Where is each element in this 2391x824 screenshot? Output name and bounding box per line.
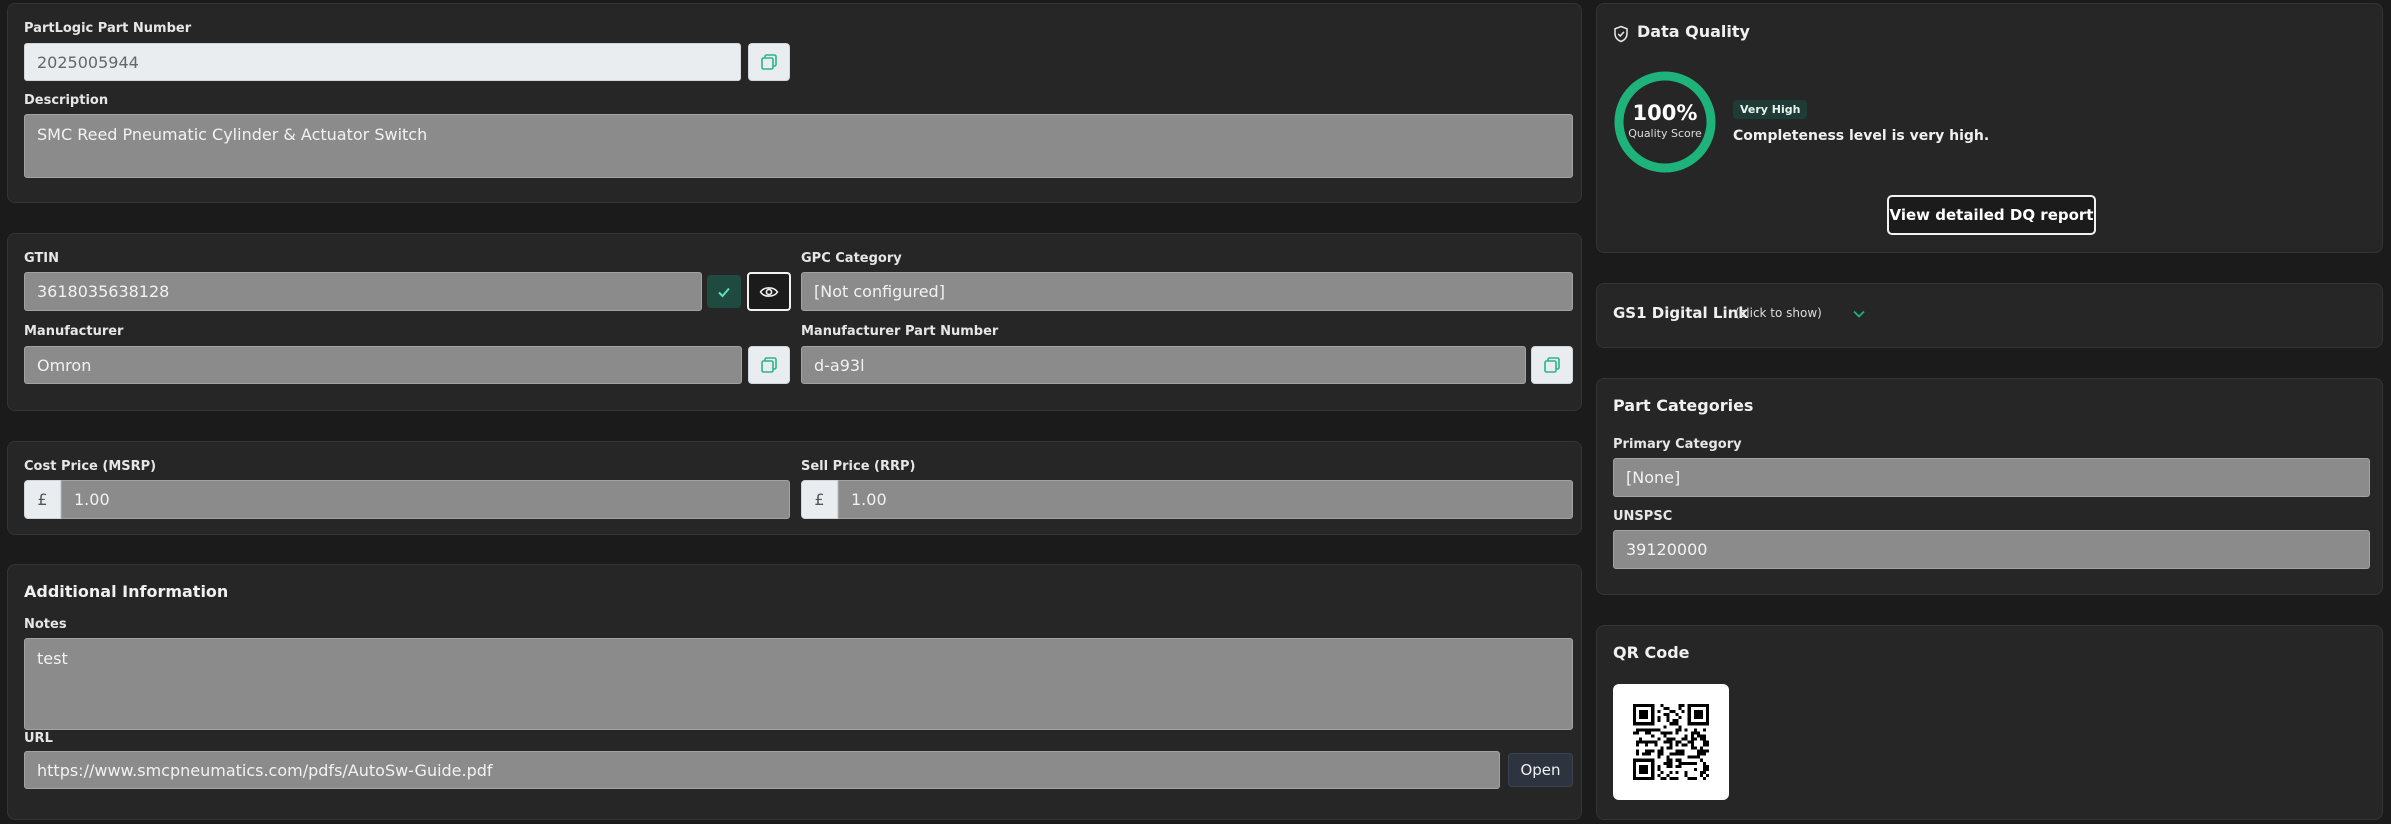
gtin-label: GTIN <box>24 251 60 266</box>
additional-info-title: Additional Information <box>24 582 229 601</box>
sell-price-field[interactable]: 1.00 <box>838 480 1573 519</box>
primary-category-field[interactable]: [None] <box>1613 458 2370 497</box>
gtin-view-button[interactable] <box>747 272 791 311</box>
gtin-field[interactable]: 3618035638128 <box>24 272 702 311</box>
qr-code-card: QR Code <box>1596 625 2383 820</box>
check-icon <box>718 287 730 297</box>
copy-manufacturer-button[interactable] <box>748 346 790 384</box>
description-field[interactable]: SMC Reed Pneumatic Cylinder & Actuator S… <box>24 114 1573 178</box>
part-categories-card: Part Categories Primary Category [None] … <box>1596 378 2383 595</box>
unspsc-field[interactable]: 39120000 <box>1613 530 2370 569</box>
cost-price-field[interactable]: 1.00 <box>61 480 790 519</box>
shield-check-icon <box>1614 25 1628 43</box>
notes-label: Notes <box>24 617 67 632</box>
copy-mpn-button[interactable] <box>1531 346 1573 384</box>
gpc-field[interactable]: [Not configured] <box>801 272 1573 311</box>
chevron-down-icon[interactable] <box>1852 309 1866 319</box>
part-number-label: PartLogic Part Number <box>24 21 192 36</box>
qr-code-graphic <box>1633 704 1709 780</box>
unspsc-label: UNSPSC <box>1613 509 1673 524</box>
additional-info-card: Additional Information Notes test URL ht… <box>7 564 1582 820</box>
sell-price-label: Sell Price (RRP) <box>801 459 916 474</box>
gs1-title: GS1 Digital Link <box>1613 304 1749 322</box>
open-url-button[interactable]: Open <box>1508 753 1573 787</box>
gs1-digital-link-card[interactable]: GS1 Digital Link (click to show) <box>1596 283 2383 348</box>
url-field[interactable]: https://www.smcpneumatics.com/pdfs/AutoS… <box>24 751 1500 789</box>
data-quality-card: Data Quality 100% Quality Score Very Hig… <box>1596 3 2383 253</box>
pricing-card: Cost Price (MSRP) £ 1.00 Sell Price (RRP… <box>7 441 1582 535</box>
notes-field[interactable]: test <box>24 638 1573 730</box>
primary-category-label: Primary Category <box>1613 437 1742 452</box>
quality-badge: Very High <box>1733 100 1808 119</box>
view-dq-report-button[interactable]: View detailed DQ report <box>1887 195 2096 235</box>
product-card: GTIN 3618035638128 GPC Category [Not con… <box>7 233 1582 411</box>
qr-code-title: QR Code <box>1613 643 1690 662</box>
mpn-field[interactable]: d-a93l <box>801 346 1526 384</box>
quality-score-caption: Quality Score <box>1628 127 1702 140</box>
part-categories-title: Part Categories <box>1613 396 1754 415</box>
manufacturer-label: Manufacturer <box>24 324 124 339</box>
copy-icon <box>1544 357 1560 373</box>
mpn-label: Manufacturer Part Number <box>801 324 999 339</box>
manufacturer-field[interactable]: Omron <box>24 346 742 384</box>
qr-code-image <box>1613 684 1729 800</box>
description-label: Description <box>24 93 109 108</box>
eye-icon <box>759 286 779 297</box>
gtin-verified-button[interactable] <box>707 275 741 308</box>
quality-score-value: 100% <box>1632 101 1698 125</box>
cost-price-label: Cost Price (MSRP) <box>24 459 157 474</box>
sell-currency-prefix: £ <box>801 480 838 519</box>
copy-icon <box>761 357 777 373</box>
identity-card: PartLogic Part Number 2025005944 Descrip… <box>7 3 1582 203</box>
part-number-field[interactable]: 2025005944 <box>24 43 741 81</box>
copy-part-number-button[interactable] <box>748 43 790 81</box>
copy-icon <box>761 54 777 70</box>
data-quality-title: Data Quality <box>1637 22 1750 41</box>
completeness-text: Completeness level is very high. <box>1733 128 1990 144</box>
cost-currency-prefix: £ <box>24 480 61 519</box>
gpc-label: GPC Category <box>801 251 902 266</box>
gs1-hint[interactable]: (click to show) <box>1735 306 1822 320</box>
url-label: URL <box>24 731 53 746</box>
